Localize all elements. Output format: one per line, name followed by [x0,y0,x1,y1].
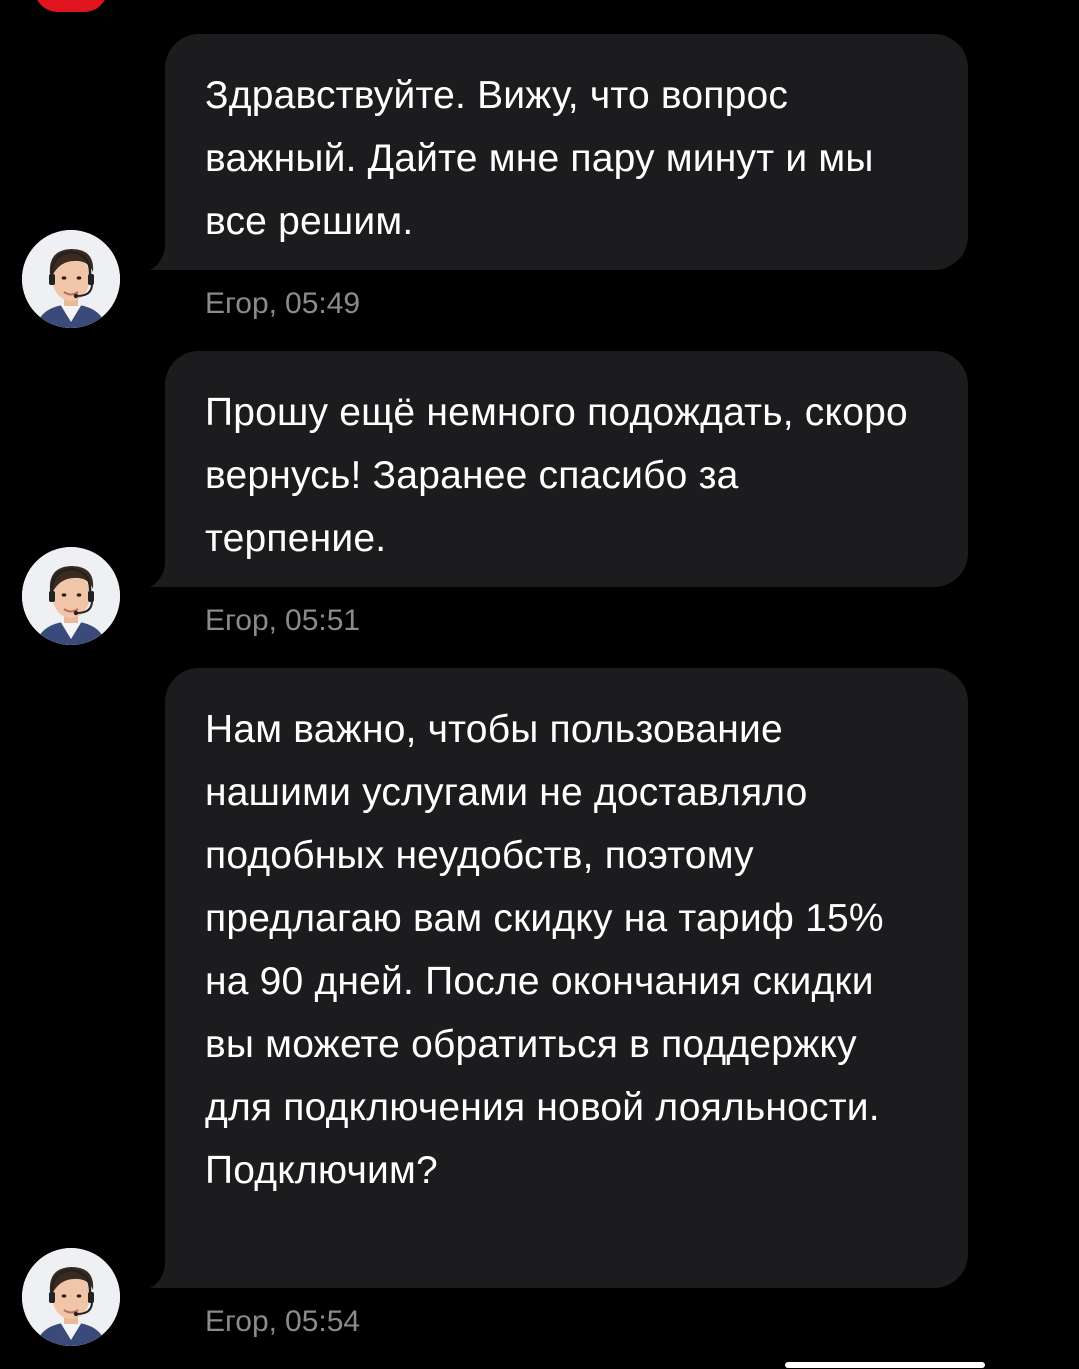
message-time: 05:54 [285,1305,361,1338]
message-text: Прошу ещё немного подождать, скоро верну… [205,391,908,560]
bubble-tail [150,1266,168,1288]
author-name: Егор [205,287,269,320]
agent-avatar[interactable] [22,230,120,328]
bubble-tail [150,565,168,587]
author-name: Егор [205,604,269,637]
home-indicator[interactable] [785,1362,985,1368]
message-time: 05:49 [285,287,361,320]
message-bubble[interactable]: Нам важно, чтобы пользование нашими услу… [165,668,968,1288]
operator-with-headset-avatar-icon [22,230,120,328]
message-text: Нам важно, чтобы пользование нашими услу… [205,708,884,1192]
message-bubble[interactable]: Прошу ещё немного подождать, скоро верну… [165,351,968,587]
operator-with-headset-avatar-icon [22,1248,120,1346]
agent-avatar[interactable] [22,1248,120,1346]
agent-avatar[interactable] [22,547,120,645]
message-meta: Егор, 05:49 [205,287,361,320]
message-bubble[interactable]: Здравствуйте. Вижу, что вопрос важный. Д… [165,34,968,270]
message-meta: Егор, 05:51 [205,604,361,637]
author-name: Егор [205,1305,269,1338]
previous-sender-avatar [34,0,108,12]
operator-with-headset-avatar-icon [22,547,120,645]
message-meta: Егор, 05:54 [205,1305,361,1338]
message-time: 05:51 [285,604,361,637]
bubble-tail [150,248,168,270]
message-text: Здравствуйте. Вижу, что вопрос важный. Д… [205,74,874,243]
